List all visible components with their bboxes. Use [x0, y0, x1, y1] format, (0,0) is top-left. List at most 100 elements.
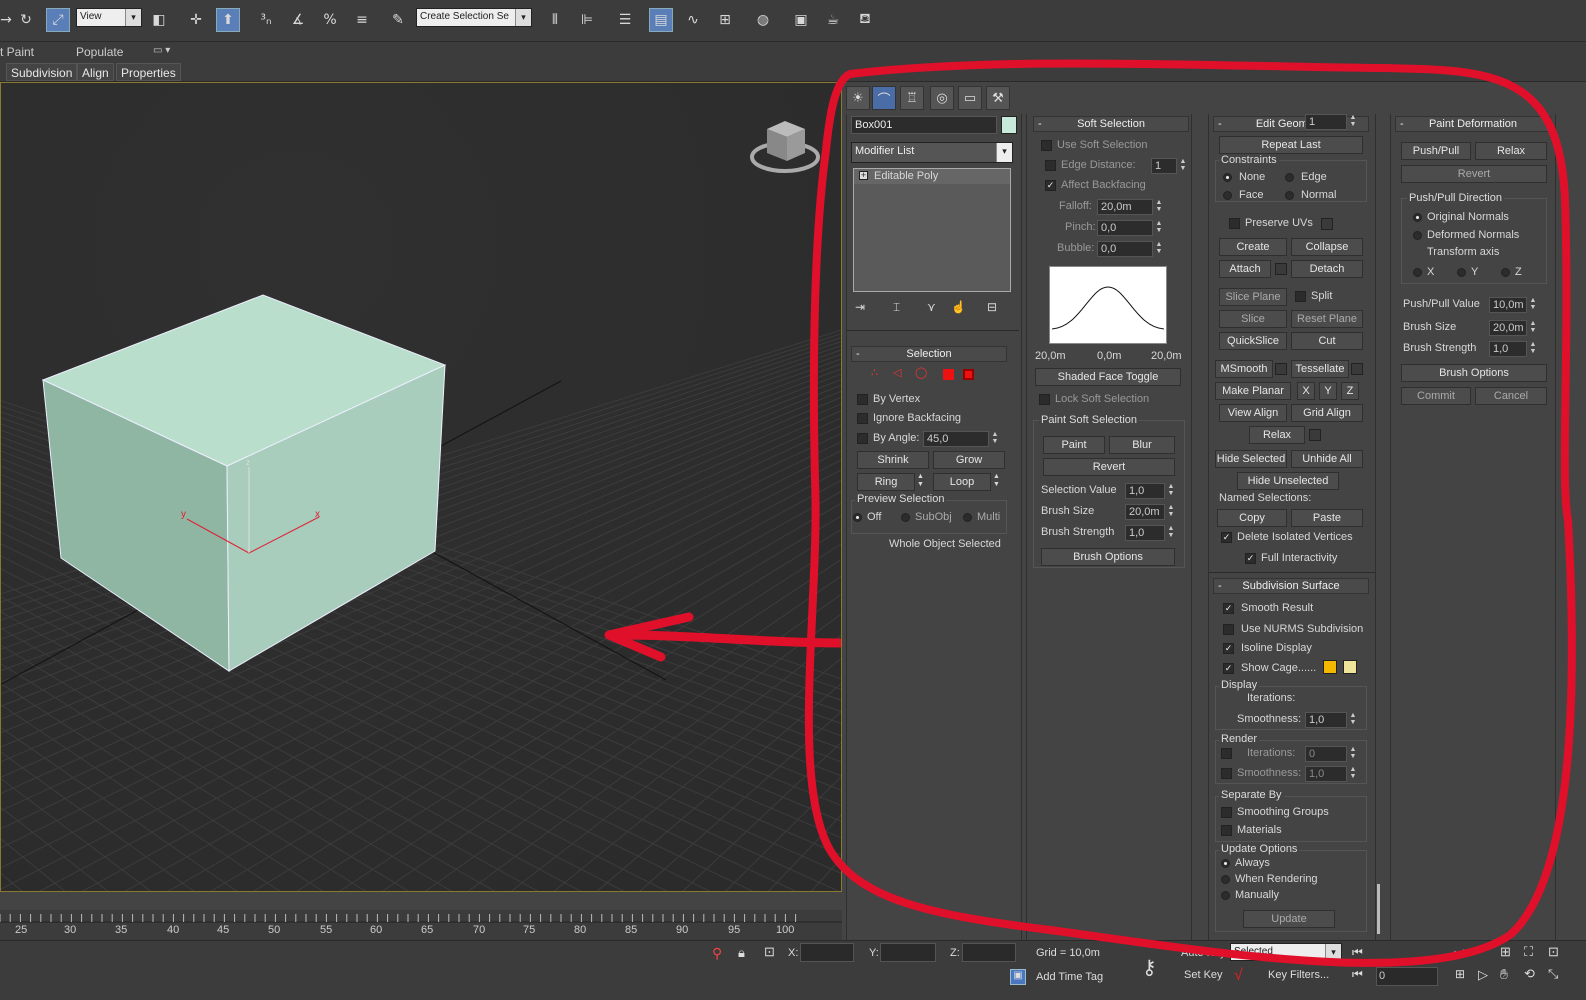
- original-normals-radio[interactable]: [1413, 213, 1422, 222]
- cancel-button[interactable]: Cancel: [1475, 387, 1547, 405]
- spinner-arrows-icon[interactable]: ▲ ▼: [990, 431, 1000, 447]
- edge-distance-spinner[interactable]: 1 ▲ ▼: [1151, 158, 1186, 174]
- split-checkbox[interactable]: [1295, 291, 1306, 302]
- msmooth-button[interactable]: MSmooth: [1215, 360, 1273, 378]
- grow-button[interactable]: Grow: [933, 451, 1005, 469]
- brush-strength-spinner[interactable]: 1,0 ▲ ▼: [1489, 341, 1536, 357]
- key-selection-select[interactable]: Selected ▾: [1230, 943, 1342, 961]
- edit-named-selection-icon[interactable]: ✎: [386, 8, 410, 32]
- show-end-result-icon[interactable]: ⌶: [893, 300, 900, 315]
- spinner-arrows-icon[interactable]: ▲ ▼: [1348, 746, 1358, 762]
- create-tab-icon[interactable]: ☀: [846, 86, 870, 110]
- brush-options-button[interactable]: Brush Options: [1041, 548, 1175, 566]
- set-key-button[interactable]: Set Key: [1184, 969, 1223, 981]
- render-setup-icon[interactable]: ▣: [789, 8, 813, 32]
- display-tab-icon[interactable]: ▭: [958, 86, 982, 110]
- affect-backfacing-checkbox[interactable]: ✓: [1045, 180, 1056, 191]
- use-nurms-checkbox[interactable]: [1223, 624, 1234, 635]
- manipulate-icon[interactable]: ⬆: [216, 8, 240, 32]
- loop-button[interactable]: Loop: [933, 473, 991, 491]
- brush-size-spinner[interactable]: 20,0m ▲ ▼: [1489, 320, 1536, 336]
- deformed-normals-radio[interactable]: [1413, 231, 1422, 240]
- key-filters-button[interactable]: Key Filters...: [1268, 969, 1329, 981]
- soft-selection-rollout-header[interactable]: - Soft Selection: [1033, 116, 1189, 132]
- paint-deformation-rollout-header[interactable]: - Paint Deformation: [1395, 116, 1551, 132]
- add-time-tag[interactable]: Add Time Tag: [1036, 971, 1103, 983]
- spinner-arrows-icon[interactable]: ▲ ▼: [1166, 525, 1176, 541]
- auto-key-button[interactable]: Auto Key: [1181, 947, 1226, 959]
- spinner-arrows-icon[interactable]: ▲ ▼: [1528, 320, 1538, 336]
- smooth-result-checkbox[interactable]: ✓: [1223, 603, 1234, 614]
- polygon-mode-icon[interactable]: [943, 369, 954, 380]
- pinch-spinner[interactable]: 0,0 ▲ ▼: [1097, 220, 1162, 236]
- time-config-icon[interactable]: ⊞: [1455, 967, 1465, 981]
- preview-subobj-radio[interactable]: [901, 513, 910, 522]
- spinner-arrows-icon[interactable]: ▲ ▼: [1154, 241, 1164, 257]
- detach-button[interactable]: Detach: [1291, 260, 1363, 278]
- brush-options-button[interactable]: Brush Options: [1401, 364, 1547, 382]
- move-icon[interactable]: ✛: [184, 8, 208, 32]
- update-always-radio[interactable]: [1221, 859, 1230, 868]
- push-pull-button[interactable]: Push/Pull: [1401, 142, 1471, 160]
- update-manually-radio[interactable]: [1221, 891, 1230, 900]
- stack-item-editable-poly[interactable]: + Editable Poly: [854, 169, 1010, 184]
- modifier-list-select[interactable]: Modifier List ▾: [851, 142, 1013, 163]
- constraint-face-radio[interactable]: [1223, 191, 1232, 200]
- pin-icon[interactable]: ⚲: [712, 945, 722, 962]
- attach-settings-icon[interactable]: [1275, 263, 1287, 275]
- update-when-rendering-radio[interactable]: [1221, 875, 1230, 884]
- display-smoothness-spinner[interactable]: 1,0 ▲ ▼: [1305, 712, 1356, 728]
- msmooth-settings-icon[interactable]: [1275, 363, 1287, 375]
- commit-button[interactable]: Commit: [1401, 387, 1471, 405]
- layer-manager-icon[interactable]: ☰: [613, 8, 637, 32]
- paint-button[interactable]: Paint: [1043, 436, 1105, 454]
- current-frame-field[interactable]: 0: [1376, 967, 1438, 986]
- vertex-mode-icon[interactable]: ∴: [871, 366, 878, 379]
- material-editor-icon[interactable]: ◍: [751, 8, 775, 32]
- rotate-icon[interactable]: ↻: [14, 8, 38, 32]
- materials-checkbox[interactable]: [1221, 825, 1232, 836]
- zoom-extents-icon[interactable]: ⊞: [1500, 944, 1511, 960]
- constraint-edge-radio[interactable]: [1285, 173, 1294, 182]
- create-button[interactable]: Create: [1219, 238, 1287, 256]
- subdivision-rollout-header[interactable]: - Subdivision Surface: [1213, 578, 1369, 594]
- angle-spinner[interactable]: 45,0 ▲ ▼: [923, 431, 998, 447]
- tab-object-paint[interactable]: t Paint: [0, 45, 34, 59]
- curve-editor-icon[interactable]: ∿: [681, 8, 705, 32]
- lock-icon[interactable]: 🔒︎: [738, 945, 745, 961]
- cage-color-swatch[interactable]: [1323, 660, 1337, 674]
- go-to-end-icon[interactable]: ⏭: [1454, 945, 1465, 960]
- spinner-arrows-icon[interactable]: ▲ ▼: [1528, 297, 1538, 313]
- constraint-none-radio[interactable]: [1223, 173, 1232, 182]
- ignore-backfacing-checkbox[interactable]: [857, 413, 868, 424]
- quickslice-button[interactable]: QuickSlice: [1219, 332, 1287, 350]
- collapse-button[interactable]: Collapse: [1291, 238, 1363, 256]
- push-pull-value-spinner[interactable]: 10,0m ▲ ▼: [1489, 297, 1536, 313]
- spinner-arrows-icon[interactable]: ▲ ▼: [1348, 766, 1358, 782]
- show-cage-checkbox[interactable]: ✓: [1223, 663, 1234, 674]
- axis-z-radio[interactable]: [1501, 268, 1510, 277]
- slice-plane-button[interactable]: Slice Plane: [1219, 288, 1287, 306]
- scene-explorer-icon[interactable]: ▤: [649, 8, 673, 32]
- modify-tab-icon[interactable]: ⌒: [872, 86, 896, 110]
- repeat-last-button[interactable]: Repeat Last: [1219, 136, 1363, 154]
- make-planar-button[interactable]: Make Planar: [1215, 382, 1291, 400]
- edge-mode-icon[interactable]: ◁: [893, 366, 901, 379]
- align-button[interactable]: Align: [77, 63, 114, 81]
- object-name-field[interactable]: Box001: [851, 116, 997, 134]
- reference-coordinate-select[interactable]: View ▾: [76, 8, 142, 27]
- lock-soft-selection-checkbox[interactable]: [1039, 394, 1050, 405]
- ribbon-toggle-icon[interactable]: ▭ ▾: [153, 45, 170, 56]
- scale-icon[interactable]: ⤢: [46, 8, 70, 32]
- copy-button[interactable]: Copy: [1217, 509, 1287, 527]
- tessellate-settings-icon[interactable]: [1351, 363, 1363, 375]
- go-to-start-icon[interactable]: ⏮: [1352, 967, 1363, 982]
- properties-button[interactable]: Properties: [116, 63, 181, 81]
- named-selection-set-select[interactable]: Create Selection Se ▾: [416, 8, 532, 27]
- shaded-face-toggle-button[interactable]: Shaded Face Toggle: [1035, 368, 1181, 386]
- selection-value-spinner[interactable]: 1,0 ▲ ▼: [1125, 483, 1174, 499]
- smoothing-groups-checkbox[interactable]: [1221, 807, 1232, 818]
- preserve-uvs-checkbox[interactable]: [1229, 218, 1240, 229]
- spinner-arrows-icon[interactable]: ▲ ▼: [1528, 341, 1538, 357]
- render-frame-icon[interactable]: ☕: [821, 8, 845, 32]
